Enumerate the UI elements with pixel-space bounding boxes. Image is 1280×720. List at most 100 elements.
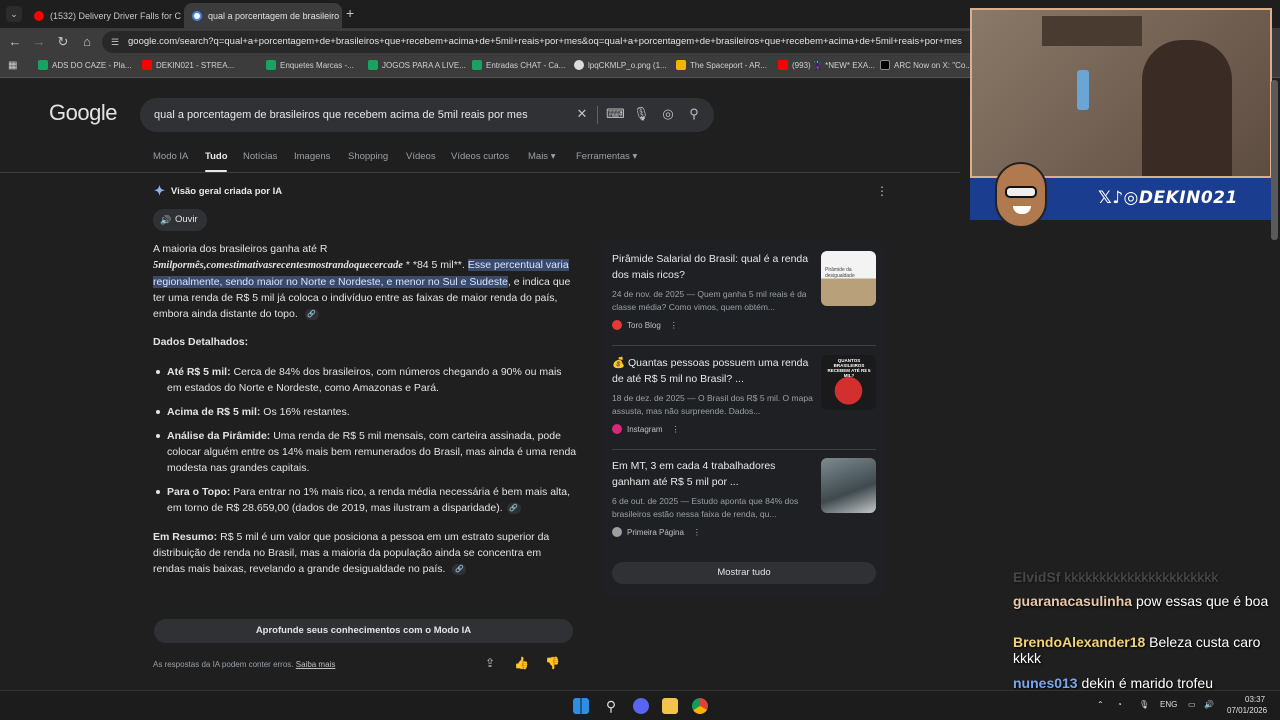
source-site: Toro Blog ⋮ (612, 320, 678, 330)
source-thumbnail[interactable] (821, 458, 876, 513)
tab-mais[interactable]: Mais ▾ (528, 151, 555, 162)
tab-shopping[interactable]: Shopping (348, 151, 388, 162)
search-input[interactable]: qual a porcentagem de brasileiros que re… (154, 98, 528, 132)
bookmark-item[interactable]: JOGOS PARA A LIVE... (368, 60, 466, 70)
home-icon[interactable]: ⌂ (78, 33, 96, 51)
water-bottle (1077, 70, 1089, 110)
file-explorer-icon[interactable] (662, 698, 678, 714)
windows-start-icon[interactable] (573, 698, 589, 714)
avatar-mouth (1013, 206, 1031, 214)
lens-icon[interactable]: ◎ (660, 106, 676, 122)
address-bar[interactable]: ☰ google.com/search?q=qual+a+porcentagem… (102, 31, 982, 53)
browser-tab-google[interactable]: qual a porcentagem de brasileiro ✕ (184, 3, 342, 28)
search-box[interactable]: qual a porcentagem de brasileiros que re… (140, 98, 714, 132)
ai-intro-paragraph: A maioria dos brasileiros ganha até R 5m… (153, 243, 571, 320)
volume-icon[interactable]: 🔊 (1204, 700, 1214, 709)
details-heading: Dados Detalhados: (153, 336, 249, 348)
bookmark-item[interactable]: ADS DO CAZE - Pla... (38, 60, 132, 70)
source-thumbnail[interactable]: QUANTOS BRASILEIROS RECEBEM ATÉ R$ 5 MIL… (821, 355, 876, 410)
tab-videos[interactable]: Vídeos (406, 151, 436, 162)
source-card[interactable]: 💰 Quantas pessoas possuem uma renda de a… (612, 355, 878, 447)
source-card[interactable]: Em MT, 3 em cada 4 trabalhadores ganham … (612, 458, 878, 550)
bookmark-item[interactable]: Entradas CHAT - Ca... (472, 60, 565, 70)
globe-icon (574, 60, 584, 70)
browser-tab-youtube[interactable]: (1532) Delivery Driver Falls for C ✕ (26, 3, 184, 28)
source-title[interactable]: Pirâmide Salarial do Brasil: qual é a re… (612, 251, 816, 283)
site-info-icon[interactable]: ☰ (111, 31, 119, 53)
language-indicator[interactable]: ENG (1160, 700, 1177, 709)
windows-taskbar: ⚲ ⌃ ◔ 🎙 ENG ▭ 🔊 03:37 07/01/2026 (0, 690, 1280, 720)
chrome-icon[interactable] (692, 698, 708, 714)
tab-imagens[interactable]: Imagens (294, 151, 330, 162)
link-icon[interactable]: 🔗 (506, 502, 521, 514)
source-title[interactable]: 💰 Quantas pessoas possuem uma renda de a… (612, 355, 816, 387)
clock-time[interactable]: 03:37 (1245, 695, 1265, 704)
tab-list-button[interactable]: ⌄ (6, 6, 22, 22)
sheets-icon (472, 60, 482, 70)
apps-icon[interactable]: ▦ (8, 60, 17, 71)
tab-tudo[interactable]: Tudo (205, 151, 228, 162)
google-icon (192, 10, 202, 21)
bookmark-item[interactable]: lpqCKMLP_o.png (1... (574, 60, 667, 70)
separator (612, 345, 876, 346)
deep-dive-ai-mode-button[interactable]: Aprofunde seus conhecimentos com o Modo … (154, 619, 573, 643)
chat-message: nunes013 dekin é marido trofeu (1013, 675, 1214, 691)
listen-button[interactable]: 🔊 Ouvir (153, 209, 207, 231)
source-site: Instagram ⋮ (612, 424, 680, 434)
separator (612, 449, 876, 450)
source-snippet: 18 de dez. de 2025 — O Brasil dos R$ 5 m… (612, 393, 813, 416)
youtube-icon (34, 10, 44, 21)
spaceport-icon (676, 60, 686, 70)
scrollbar[interactable] (1271, 80, 1278, 240)
tab-noticias[interactable]: Notícias (243, 151, 277, 162)
reload-icon[interactable]: ↻ (54, 33, 72, 51)
youtube-icon (142, 60, 152, 70)
keyboard-icon[interactable]: ⌨ (606, 106, 625, 122)
bookmark-item[interactable]: The Spaceport - AR... (676, 60, 767, 70)
bookmark-item[interactable]: Enquetes Marcas -... (266, 60, 354, 70)
tab-title: (1532) Delivery Driver Falls for C (50, 10, 182, 21)
clock-date[interactable]: 07/01/2026 (1227, 706, 1267, 715)
forward-icon[interactable]: → (30, 33, 48, 51)
bookmark-item[interactable]: (993) 🦹 *NEW* EXA... (778, 60, 875, 70)
show-all-button[interactable]: Mostrar tudo (612, 562, 876, 584)
link-icon[interactable]: 🔗 (452, 563, 467, 575)
mic-icon[interactable]: 🎙 (1139, 700, 1149, 709)
source-thumbnail[interactable]: Pirâmide da desigualdade (821, 251, 876, 306)
clear-icon[interactable]: ✕ (574, 106, 590, 122)
bookmark-item[interactable]: ARC Now on X: "Co... (880, 60, 972, 70)
tab-ferramentas[interactable]: Ferramentas ▾ (576, 151, 637, 162)
network-icon[interactable]: ▭ (1188, 700, 1196, 709)
microphone-icon[interactable]: 🎙 (633, 106, 650, 122)
more-options-icon[interactable]: ⋮ (670, 321, 678, 330)
learn-more-link[interactable]: Saiba mais (296, 660, 336, 669)
search-icon[interactable]: ⚲ (603, 698, 619, 714)
thumbs-down-icon[interactable]: 👎 (545, 656, 560, 670)
back-icon[interactable]: ← (6, 33, 24, 51)
source-title[interactable]: Em MT, 3 em cada 4 trabalhadores ganham … (612, 458, 816, 490)
x-icon (880, 60, 890, 70)
instagram-icon (612, 424, 622, 434)
chat-message: BrendoAlexander18 Beleza custa caro kkkk (1013, 634, 1261, 666)
search-icon[interactable]: ⚲ (686, 106, 702, 122)
site-icon (612, 527, 622, 537)
bookmark-item[interactable]: DEKIN021 - STREA... (142, 60, 234, 70)
google-logo[interactable]: Google (49, 100, 117, 126)
share-icon[interactable]: ⇪ (485, 656, 495, 670)
thumbs-up-icon[interactable]: 👍 (514, 656, 529, 670)
tab-modo-ia[interactable]: Modo IA (153, 151, 188, 162)
more-options-icon[interactable]: ⋮ (876, 184, 888, 198)
source-card[interactable]: Pirâmide Salarial do Brasil: qual é a re… (612, 251, 878, 343)
sheets-icon (266, 60, 276, 70)
tab-videos-curtos[interactable]: Vídeos curtos (451, 151, 509, 162)
more-options-icon[interactable]: ⋮ (672, 425, 680, 434)
discord-icon[interactable] (633, 698, 649, 714)
more-options-icon[interactable]: ⋮ (693, 528, 701, 537)
tray-chevron-icon[interactable]: ⌃ (1097, 700, 1104, 709)
social-icons: 𝕏♪◎ (1098, 188, 1139, 208)
list-item: Até R$ 5 mil: Cerca de 84% dos brasileir… (156, 364, 577, 396)
ai-disclaimer: As respostas da IA podem conter erros. S… (153, 660, 336, 669)
new-tab-button[interactable]: + (346, 5, 354, 21)
link-icon[interactable]: 🔗 (304, 308, 319, 320)
wifi-icon[interactable]: ◔ (1117, 700, 1122, 709)
